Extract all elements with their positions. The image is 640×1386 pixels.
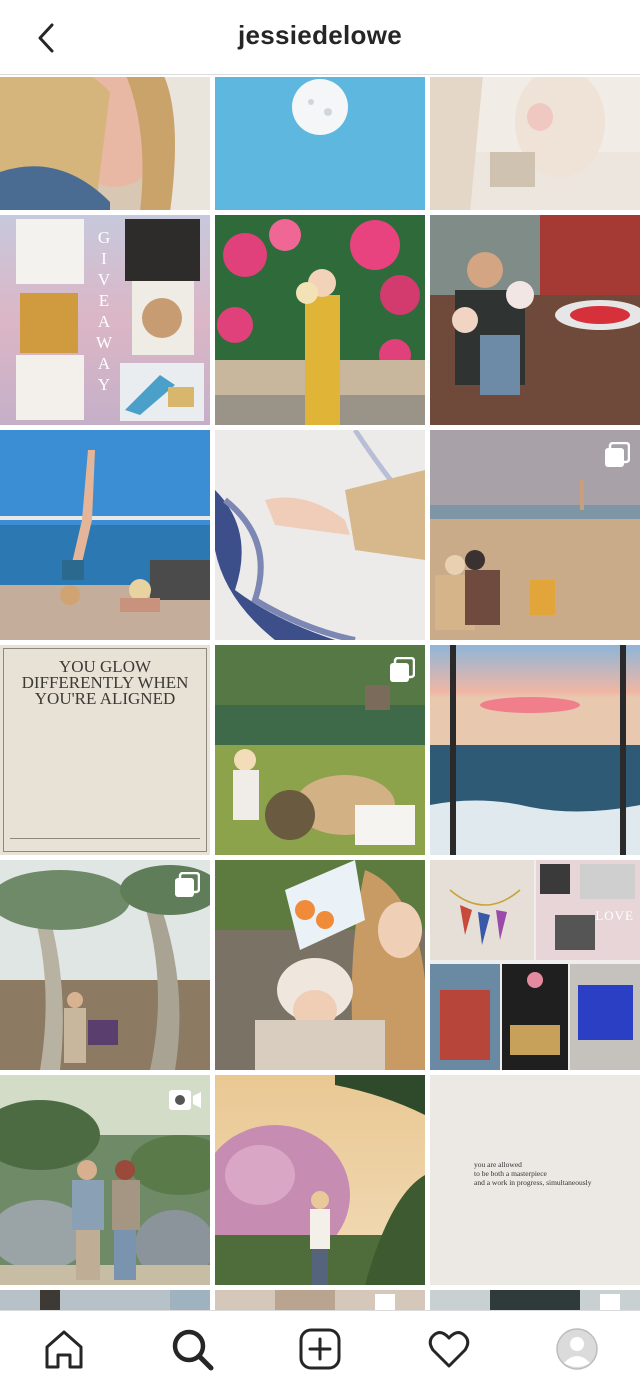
- tab-search[interactable]: [170, 1327, 214, 1371]
- post-thumbnail-16[interactable]: [0, 1075, 210, 1285]
- quote-text: YOU GLOW DIFFERENTLY WHEN YOU'RE ALIGNED: [21, 657, 189, 708]
- sunset-bloom-photo: [215, 1075, 425, 1285]
- post-thumbnail-13[interactable]: [0, 860, 210, 1070]
- post-thumbnail-10[interactable]: YOU GLOW DIFFERENTLY WHEN YOU'RE ALIGNED: [0, 645, 210, 855]
- heart-icon: [428, 1331, 470, 1368]
- avatar-icon: [556, 1328, 598, 1370]
- carousel-icon: [605, 442, 630, 467]
- giveaway-letter: G: [97, 228, 111, 247]
- post-thumbnail-17[interactable]: [215, 1075, 425, 1285]
- quote-line: to be both a masterpiece: [474, 1169, 547, 1178]
- tab-profile[interactable]: [555, 1327, 599, 1371]
- family-brick-wall-photo: [430, 215, 640, 425]
- grid-gutter: [210, 77, 215, 1310]
- post-thumbnail-21[interactable]: [430, 1290, 640, 1310]
- carousel-icon: [175, 872, 200, 897]
- giveaway-text: G I V E A W A Y: [92, 227, 116, 395]
- giveaway-letter: I: [101, 249, 107, 268]
- post-thumbnail-5[interactable]: [215, 215, 425, 425]
- post-thumbnail-2[interactable]: [215, 77, 425, 210]
- post-thumbnail-6[interactable]: [430, 215, 640, 425]
- add-post-icon: [299, 1328, 341, 1370]
- post-thumbnail-18[interactable]: you are allowed to be both a masterpiece…: [430, 1075, 640, 1285]
- post-thumbnail-12[interactable]: [430, 645, 640, 855]
- giveaway-letter: V: [97, 270, 111, 289]
- baby-snack-photo: [215, 860, 425, 1070]
- bedroom-reading-photo: [430, 77, 640, 210]
- beach-yoga-photo: [0, 430, 210, 640]
- partial-photo: [430, 1290, 640, 1310]
- ocean-sunset-window-photo: [430, 645, 640, 855]
- tab-home[interactable]: [42, 1327, 86, 1371]
- post-thumbnail-15[interactable]: LOVE: [430, 860, 640, 1070]
- home-icon: [45, 1330, 83, 1369]
- bottom-tab-bar: [0, 1310, 640, 1386]
- post-thumbnail-11[interactable]: [215, 645, 425, 855]
- post-thumbnail-1[interactable]: [0, 77, 210, 210]
- quote-line: you are allowed: [474, 1160, 522, 1169]
- carousel-icon: [390, 657, 415, 682]
- giveaway-letter: W: [95, 333, 113, 352]
- marble-hand-photo: [215, 430, 425, 640]
- grid-gutter: [425, 77, 430, 1310]
- giveaway-letter: A: [97, 354, 111, 373]
- post-thumbnail-14[interactable]: [215, 860, 425, 1070]
- selfie-photo: [0, 77, 210, 210]
- post-thumbnail-7[interactable]: [0, 430, 210, 640]
- moon-sky-photo: [215, 77, 425, 210]
- partial-photo: [215, 1290, 425, 1310]
- giveaway-letter: Y: [97, 375, 111, 394]
- quote-divider: [10, 838, 200, 839]
- tab-new-post[interactable]: [298, 1327, 342, 1371]
- post-thumbnail-20[interactable]: [215, 1290, 425, 1310]
- jewelry-collage: [430, 860, 640, 1070]
- love-text: LOVE: [595, 908, 634, 923]
- partial-photo: [0, 1290, 210, 1310]
- profile-username-title: jessiedelowe: [237, 20, 403, 50]
- flowers-mother-child-photo: [215, 215, 425, 425]
- post-thumbnail-9[interactable]: [430, 430, 640, 640]
- posts-grid: G I V E A W A Y YOU GLOW DIFFERENTLY WHE…: [0, 77, 640, 1310]
- giveaway-letter: A: [97, 312, 111, 331]
- quote-text: you are allowed to be both a masterpiece…: [474, 1160, 624, 1187]
- search-icon: [172, 1329, 214, 1371]
- top-bar: jessiedelowe: [0, 0, 640, 75]
- quote-line: and a work in progress, simultaneously: [474, 1178, 592, 1187]
- post-thumbnail-4[interactable]: G I V E A W A Y: [0, 215, 210, 425]
- post-thumbnail-3[interactable]: [430, 77, 640, 210]
- video-icon: [169, 1090, 201, 1110]
- post-thumbnail-8[interactable]: [215, 430, 425, 640]
- tab-activity[interactable]: [427, 1327, 471, 1371]
- post-thumbnail-19[interactable]: [0, 1290, 210, 1310]
- giveaway-letter: E: [98, 291, 110, 310]
